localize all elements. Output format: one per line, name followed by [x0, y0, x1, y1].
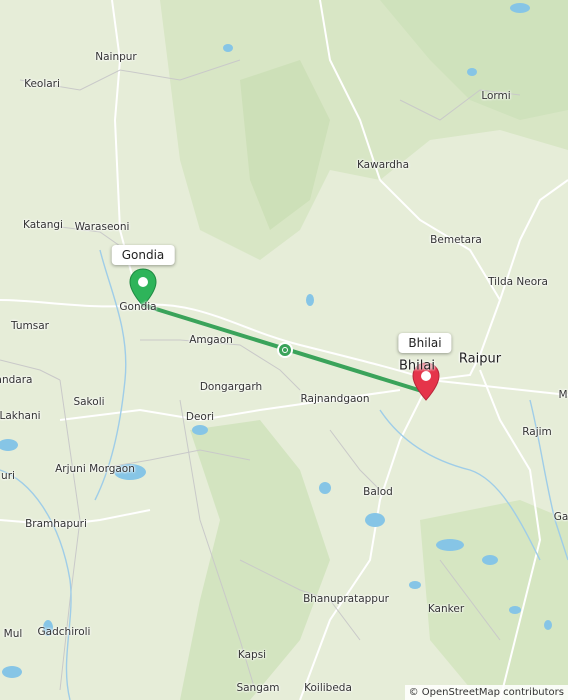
place-label: Sakoli	[73, 396, 105, 408]
place-label: andara	[0, 374, 33, 386]
place-label: Lakhani	[0, 410, 41, 422]
place-label: Kanker	[427, 603, 465, 615]
place-label: Kawardha	[356, 159, 410, 171]
place-label: Tumsar	[11, 320, 49, 332]
place-label: Arjuni Morgaon	[55, 463, 135, 475]
place-label: Gadchiroli	[37, 626, 91, 638]
place-label: Koilibeda	[304, 682, 352, 694]
place-label: Katangi	[23, 219, 63, 231]
map-canvas[interactable]: Gondia Bhilai Nainpur Keolari Lormi Kawa…	[0, 0, 568, 700]
place-label: Waraseoni	[74, 221, 130, 233]
place-label: uri	[1, 470, 15, 482]
route-midpoint-icon[interactable]	[277, 342, 293, 358]
place-label: Kapsi	[237, 649, 267, 661]
place-label: M	[558, 389, 568, 401]
place-label: Amgaon	[189, 334, 233, 346]
place-label: Ga	[553, 511, 568, 523]
end-callout: Bhilai	[398, 333, 452, 353]
place-label: Dongargarh	[199, 381, 263, 393]
place-label: Balod	[363, 486, 393, 498]
place-label: Tilda Neora	[488, 276, 548, 288]
place-label: Deori	[185, 411, 215, 423]
place-label: Rajim	[522, 426, 552, 438]
place-label: Keolari	[24, 78, 60, 90]
start-callout: Gondia	[111, 245, 175, 265]
place-label: Raipur	[458, 351, 502, 367]
place-label: Sangam	[236, 682, 280, 694]
place-label: Rajnandgaon	[300, 393, 370, 405]
place-label: Bemetara	[430, 234, 482, 246]
attribution[interactable]: © OpenStreetMap contributors	[404, 685, 568, 700]
place-label: Bramhapuri	[25, 518, 87, 530]
place-label: Mul	[3, 628, 23, 640]
place-label: Bhilai	[399, 358, 435, 374]
place-label: Nainpur	[95, 51, 137, 63]
place-label: Gondia	[119, 301, 157, 313]
place-label: Bhanupratappur	[303, 593, 389, 605]
place-label: Lormi	[481, 90, 511, 102]
